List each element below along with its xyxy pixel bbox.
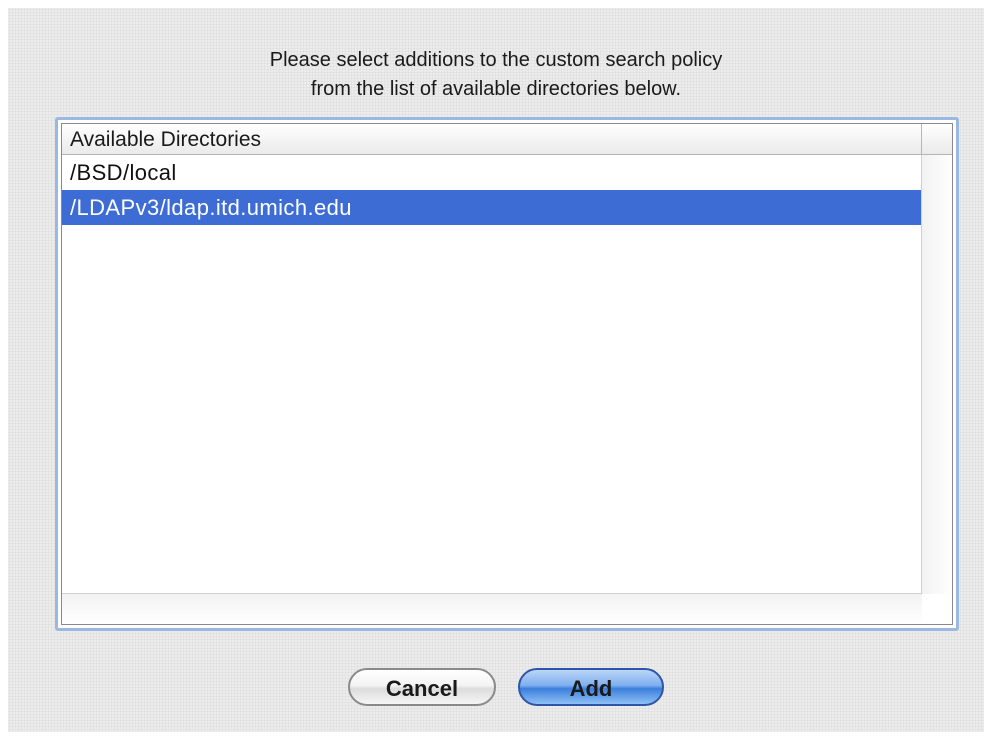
instruction-line-2: from the list of available directories b… <box>310 78 682 100</box>
vertical-scrollbar[interactable] <box>921 155 952 594</box>
column-header-available-directories[interactable]: Available Directories <box>62 124 952 155</box>
list-item[interactable]: /BSD/local <box>62 155 922 190</box>
column-header-label: Available Directories <box>70 128 262 151</box>
header-corner <box>921 124 952 154</box>
list-item-selected[interactable]: /LDAPv3/ldap.itd.umich.edu <box>62 190 922 225</box>
add-button[interactable]: Add <box>518 668 664 706</box>
directory-list[interactable]: Available Directories /BSD/local /LDAPv3… <box>55 117 959 631</box>
horizontal-scrollbar[interactable] <box>62 593 922 624</box>
instruction-line-1: Please select additions to the custom se… <box>269 49 723 71</box>
directory-rows: /BSD/local /LDAPv3/ldap.itd.umich.edu <box>62 155 922 225</box>
add-directory-sheet: Please select additions to the custom se… <box>8 8 984 732</box>
instruction-text: Please select additions to the custom se… <box>8 46 984 104</box>
directory-table: Available Directories /BSD/local /LDAPv3… <box>61 123 953 625</box>
cancel-button[interactable]: Cancel <box>348 668 496 706</box>
